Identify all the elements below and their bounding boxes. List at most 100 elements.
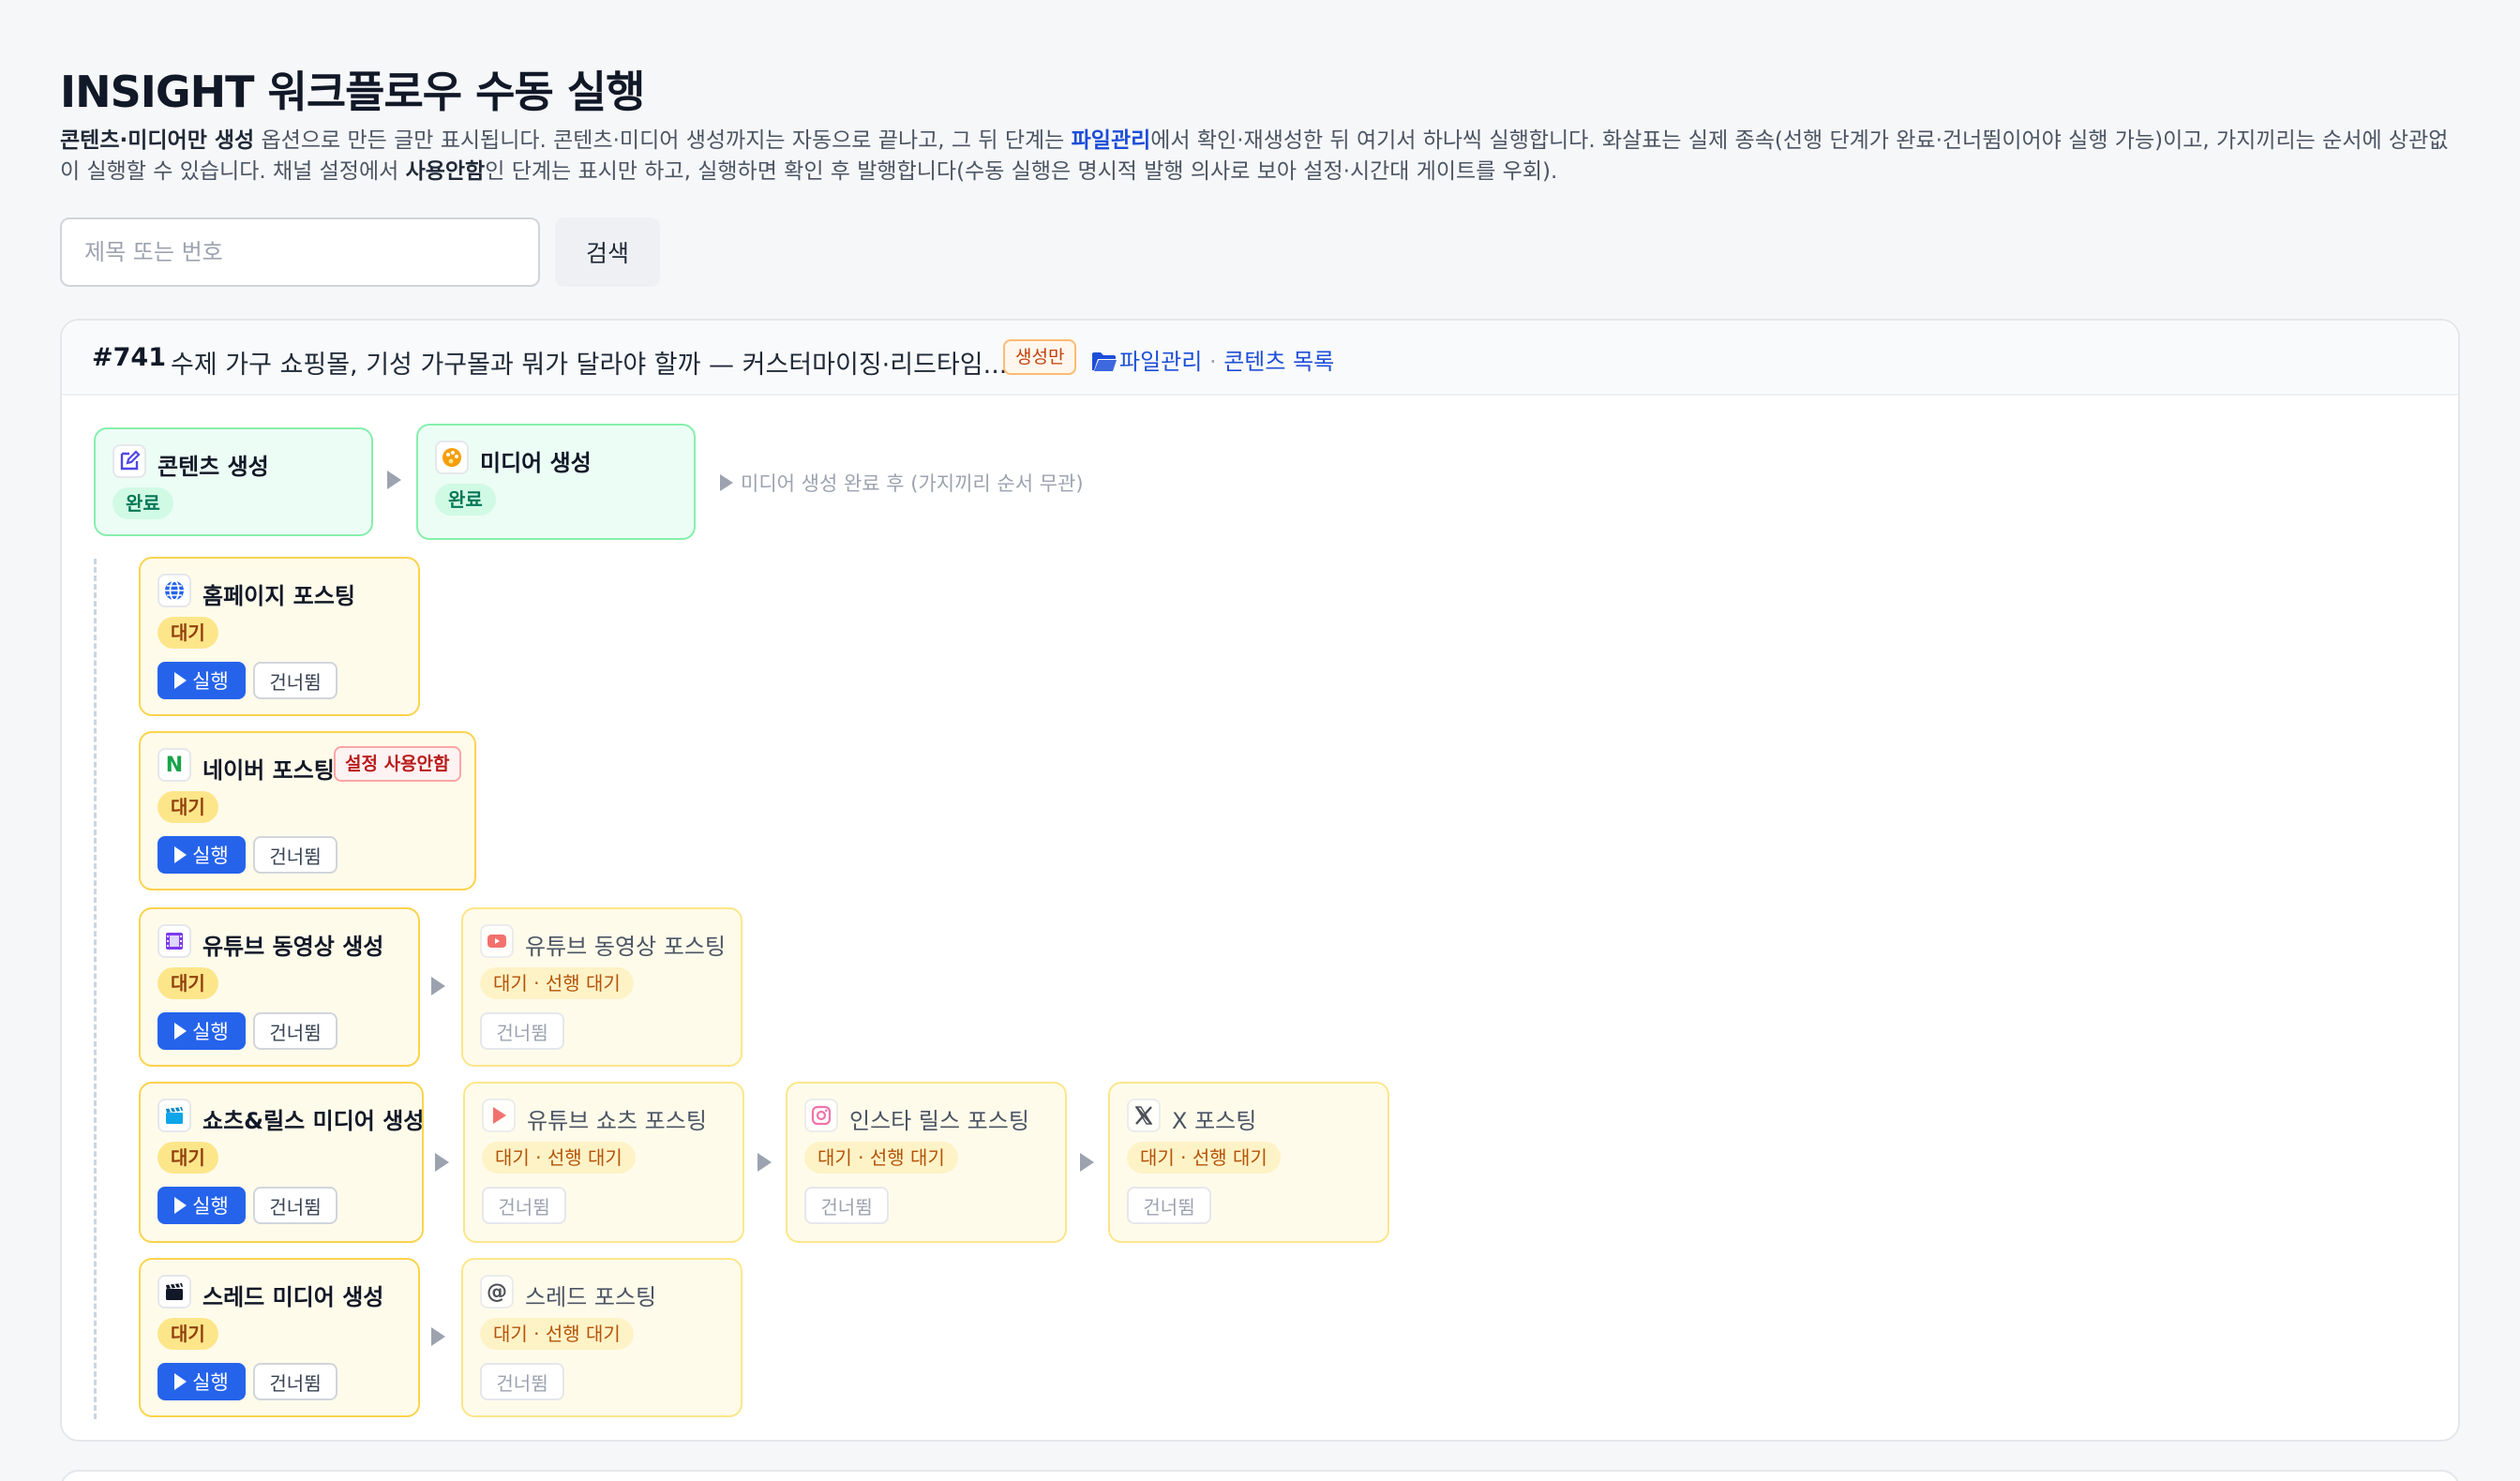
run-button[interactable]: 실행: [158, 1363, 246, 1400]
next-workflow-card: [60, 1470, 2460, 1481]
step-label: 유튜브 동영상 생성: [202, 934, 384, 960]
skip-button[interactable]: 건너뜀: [253, 1012, 338, 1050]
page-title: INSIGHT 워크플로우 수동 실행: [60, 67, 645, 117]
run-button[interactable]: 실행: [158, 836, 246, 874]
status-badge: 대기 · 선행 대기: [480, 967, 634, 999]
header-links: 파일관리 · 콘텐츠 목록: [1091, 343, 1334, 376]
play-icon: [174, 846, 188, 863]
step-label: 쇼츠&릴스 미디어 생성: [202, 1108, 425, 1134]
arrow: [431, 977, 445, 995]
step-threads-posting: @ 스레드 포스팅 대기 · 선행 대기 건너뜀: [461, 1258, 742, 1417]
page-description: 콘텐츠·미디어만 생성 옵션으로 만든 글만 표시됩니다. 콘텐츠·미디어 생성…: [60, 126, 2460, 187]
note-arrow-icon: [720, 474, 733, 491]
step-shorts-reels-media-generation: 쇼츠&릴스 미디어 생성 대기 실행 건너뜀: [139, 1082, 424, 1243]
status-badge: 대기 · 선행 대기: [480, 1318, 634, 1350]
workflow-card: #741 수제 가구 쇼핑몰, 기성 가구몰과 뭐가 달라야 할까 — 커스터마…: [60, 319, 2460, 1442]
skip-button[interactable]: 건너뜀: [253, 1187, 338, 1224]
step-label: X 포스팅: [1172, 1108, 1257, 1134]
arrow: [435, 1153, 449, 1172]
skip-button[interactable]: 건너뜀: [253, 662, 338, 699]
desc-text-3: 인 단계는 표시만 하고, 실행하면 확인 후 발행합니다(수동 실행은 명시적…: [485, 159, 1558, 184]
step-label: 유튜브 쇼츠 포스팅: [527, 1108, 707, 1134]
status-badge: 대기: [158, 791, 218, 823]
search-button[interactable]: 검색: [555, 217, 660, 287]
link-content-list[interactable]: 콘텐츠 목록: [1223, 349, 1334, 375]
dependency-note: 미디어 생성 완료 후 (가지끼리 순서 무관): [720, 469, 1084, 497]
step-label: 콘텐츠 생성: [158, 454, 269, 480]
branch-line: [94, 559, 97, 1419]
run-button[interactable]: 실행: [158, 662, 246, 699]
search-input[interactable]: [60, 217, 540, 287]
arrow: [387, 471, 401, 489]
skip-button[interactable]: 건너뜀: [253, 836, 338, 874]
note-text: 미디어 생성 완료 후 (가지끼리 순서 무관): [741, 472, 1084, 495]
arrow: [1080, 1153, 1094, 1172]
instagram-icon: [804, 1099, 838, 1132]
arrow: [431, 1327, 445, 1346]
run-label: 실행: [192, 670, 229, 693]
step-youtube-video-generation: 유튜브 동영상 생성 대기 실행 건너뜀: [139, 907, 420, 1067]
run-label: 실행: [192, 1195, 229, 1218]
youtube-icon: [480, 924, 514, 958]
globe-icon: [158, 574, 191, 607]
status-badge: 대기: [158, 1318, 218, 1350]
step-youtube-video-posting: 유튜브 동영상 포스팅 대기 · 선행 대기 건너뜀: [461, 907, 742, 1067]
folder-icon: [1092, 352, 1117, 371]
link-file-management[interactable]: 파일관리: [1119, 349, 1202, 375]
edit-icon: [112, 444, 146, 478]
step-homepage-posting: 홈페이지 포스팅 대기 실행 건너뜀: [139, 557, 420, 716]
desc-strong-option: 콘텐츠·미디어만 생성: [60, 128, 255, 153]
film-icon: [158, 924, 191, 958]
status-badge: 대기: [158, 967, 218, 999]
skip-button[interactable]: 건너뜀: [253, 1363, 338, 1400]
skip-button[interactable]: 건너뜀: [1127, 1187, 1211, 1224]
step-label: 홈페이지 포스팅: [202, 583, 355, 609]
run-button[interactable]: 실행: [158, 1012, 246, 1050]
desc-link-files[interactable]: 파일관리: [1072, 128, 1151, 153]
step-label: 네이버 포스팅: [202, 757, 335, 784]
desc-text-1: 옵션으로 만든 글만 표시됩니다. 콘텐츠·미디어 생성까지는 자동으로 끝나고…: [254, 128, 1072, 153]
generate-only-badge: 생성만: [1003, 339, 1077, 375]
play-icon: [174, 672, 188, 689]
run-label: 실행: [192, 1371, 229, 1394]
skip-button[interactable]: 건너뜀: [804, 1187, 889, 1224]
step-label: 스레드 미디어 생성: [202, 1284, 384, 1310]
skip-button[interactable]: 건너뜀: [480, 1363, 564, 1400]
step-label: 유튜브 동영상 포스팅: [525, 934, 726, 960]
status-badge: 대기 · 선행 대기: [1127, 1142, 1281, 1174]
item-title: 수제 가구 쇼핑몰, 기성 가구몰과 뭐가 달라야 할까 — 커스터마이징·리드…: [171, 351, 1008, 380]
item-number: #741: [92, 343, 166, 372]
run-label: 실행: [192, 845, 229, 867]
status-badge: 대기: [158, 617, 218, 649]
step-label: 인스타 릴스 포스팅: [849, 1108, 1029, 1134]
play-icon: [174, 1197, 188, 1214]
step-label: 미디어 생성: [480, 450, 592, 476]
play-icon: [174, 1373, 188, 1390]
step-content-generation: 콘텐츠 생성 완료: [94, 427, 373, 536]
clapper-icon: [158, 1099, 191, 1132]
clapperboard-icon: [158, 1275, 191, 1309]
play-icon: [482, 1099, 516, 1132]
threads-icon: @: [480, 1275, 514, 1309]
arrow: [758, 1153, 772, 1172]
step-media-generation: 미디어 생성 완료: [416, 424, 696, 540]
naver-icon: N: [158, 748, 191, 782]
run-label: 실행: [192, 1021, 229, 1043]
skip-button[interactable]: 건너뜀: [480, 1012, 564, 1050]
status-badge: 대기 · 선행 대기: [482, 1142, 636, 1174]
status-badge: 대기 · 선행 대기: [804, 1142, 958, 1174]
step-x-posting: X 포스팅 대기 · 선행 대기 건너뜀: [1108, 1082, 1389, 1243]
status-badge: 완료: [435, 484, 496, 516]
x-icon: [1127, 1099, 1161, 1132]
threads-icon-text: @: [487, 1279, 507, 1304]
step-label: 스레드 포스팅: [525, 1284, 657, 1310]
desc-strong-disabled: 사용안함: [405, 159, 486, 184]
step-youtube-shorts-posting: 유튜브 쇼츠 포스팅 대기 · 선행 대기 건너뜀: [463, 1082, 744, 1243]
skip-button[interactable]: 건너뜀: [482, 1187, 566, 1224]
step-insta-reels-posting: 인스타 릴스 포스팅 대기 · 선행 대기 건너뜀: [786, 1082, 1067, 1243]
status-badge: 완료: [112, 487, 173, 519]
setting-disabled-badge: 설정 사용안함: [334, 746, 461, 782]
link-separator: ·: [1202, 349, 1224, 375]
naver-icon-text: N: [165, 753, 184, 777]
run-button[interactable]: 실행: [158, 1187, 246, 1224]
